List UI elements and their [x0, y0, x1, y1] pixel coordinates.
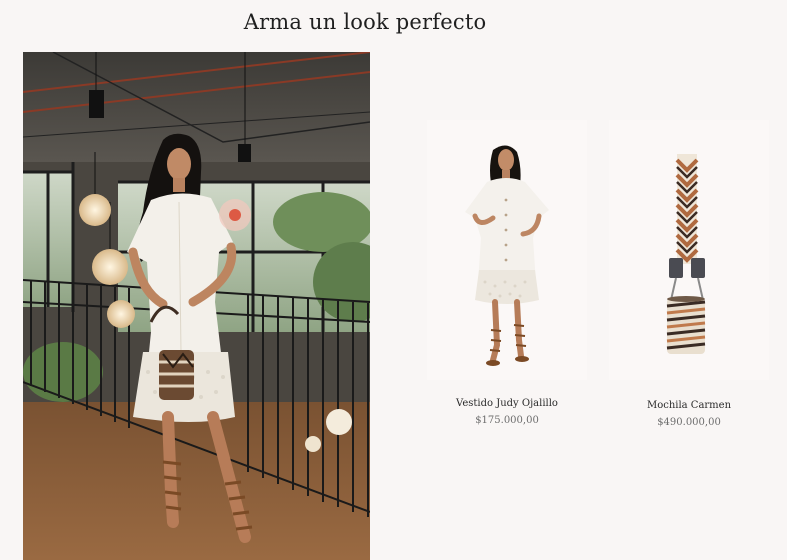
lifestyle-photo-image: [23, 52, 370, 560]
product-name[interactable]: Mochila Carmen: [609, 400, 769, 411]
shop-the-look-section: Arma un look perfecto Vestido Judy Ojali…: [0, 0, 787, 560]
product-card-bag[interactable]: Mochila Carmen $490.000,00: [609, 120, 769, 428]
woven-bucket-bag-icon: [666, 154, 706, 354]
lifestyle-photo[interactable]: [23, 52, 370, 560]
product-hotspot[interactable]: [219, 199, 251, 231]
product-name[interactable]: Vestido Judy Ojalillo: [427, 398, 587, 409]
product-image-bag[interactable]: [609, 120, 769, 380]
product-price: $490.000,00: [657, 417, 721, 428]
white-dress-model-icon: [465, 145, 549, 366]
product-price: $175.000,00: [475, 415, 539, 426]
section-title: Arma un look perfecto: [243, 10, 487, 34]
product-card-dress[interactable]: Vestido Judy Ojalillo $175.000,00: [427, 120, 587, 426]
hotspot-dot-icon: [229, 209, 241, 221]
product-image-dress[interactable]: [427, 120, 587, 380]
